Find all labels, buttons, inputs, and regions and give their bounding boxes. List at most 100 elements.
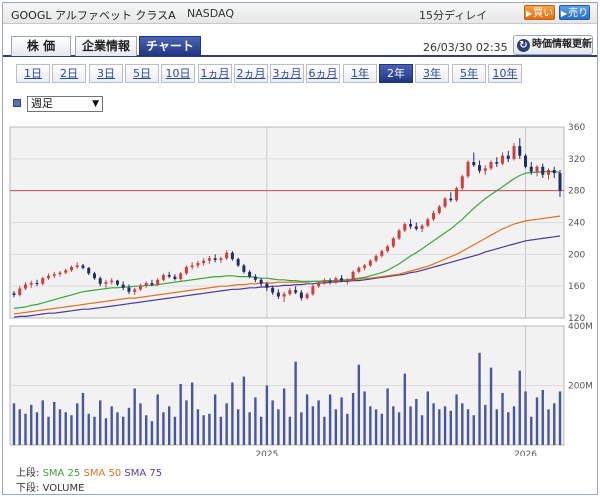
candle-body [46,275,50,279]
period-button-10[interactable]: 2年 [379,64,413,83]
volume-bar [156,394,159,445]
volume-bar [334,409,338,445]
tab-stock-price[interactable]: 株 価 [11,36,71,56]
candle-body [489,162,493,169]
volume-bar [323,416,326,445]
volume-bar [12,403,16,445]
volume-bar [461,403,464,445]
sell-button[interactable]: ▶売り [559,5,590,20]
candle-body [75,265,79,268]
period-button-12[interactable]: 5年 [452,64,486,83]
volume-bar [24,413,27,445]
candle-body [276,292,280,297]
candle-body [391,238,395,247]
period-button-8[interactable]: 6ヵ月 [306,64,340,83]
candle-body [518,146,522,156]
volume-bar [196,409,200,445]
volume-bar [64,412,67,445]
volume-bar [317,400,320,445]
candle-body [213,258,217,260]
candle-body [495,162,499,164]
candle-body [35,282,39,284]
candle-body [506,155,510,159]
candle-body [282,294,286,297]
volume-bar [202,415,205,445]
volume-bar [47,416,50,445]
candle-body [150,282,154,285]
volume-bar [167,406,171,445]
volume-bar [369,406,372,445]
candle-body [334,278,338,283]
volume-bar [478,352,481,445]
volume-bar [530,416,533,445]
market-label: NASDAQ [187,7,235,20]
candle-body [328,281,332,283]
tab-bar: 株 価 企業情報 チャート 26/03/30 02:35 ↻ 時価情報更新 [3,25,597,57]
chevron-down-icon: ▼ [92,99,99,109]
timestamp: 26/03/30 02:35 [423,41,508,54]
candle-body [64,270,68,273]
volume-bar [415,398,418,445]
candle-body [299,292,303,299]
candle-body [524,155,528,167]
volume-bar [294,361,297,445]
candle-body [397,230,401,239]
volume-bar [374,409,378,445]
volume-bar [81,392,85,445]
volume-bar [277,409,280,445]
period-button-6[interactable]: 2ヵ月 [234,64,268,83]
stock-title: GOOGL アルファベット クラスA [11,9,176,22]
candle-body [29,282,33,285]
period-button-0[interactable]: 1日 [16,64,50,83]
price-tick-label: 360 [568,123,585,133]
volume-bar [213,394,217,445]
period-button-2[interactable]: 3日 [89,64,123,83]
volume-bar [403,373,407,445]
volume-bar [190,382,194,445]
volume-bar [472,415,475,445]
tab-company-info[interactable]: 企業情報 [75,36,137,56]
candle-body [179,273,183,280]
volume-bar [144,415,148,445]
candle-body [340,278,344,281]
candle-body [552,169,556,174]
legend-sma50: SMA 50 [83,468,122,479]
candle-body [455,188,459,201]
candle-body [345,279,349,281]
candle-body [41,278,45,284]
candle-body [265,283,269,288]
legend-sma25: SMA 25 [42,468,81,479]
volume-bar [162,412,165,445]
price-tick-label: 320 [568,155,585,165]
period-button-4[interactable]: 10日 [161,64,195,83]
candle-body [110,280,114,283]
tab-chart[interactable]: チャート [139,36,201,56]
period-button-13[interactable]: 10年 [488,64,522,83]
candle-body [322,281,326,283]
volume-tick-label: 400M [568,322,593,332]
candle-body [248,271,252,277]
volume-bar [328,394,332,445]
volume-bar [455,394,458,445]
period-button-11[interactable]: 3年 [415,64,449,83]
candle-body [58,272,62,275]
candle-body [311,286,315,295]
volume-bar [438,409,441,445]
volume-bar [409,406,412,445]
period-button-3[interactable]: 5日 [125,64,159,83]
volume-bar [495,409,498,445]
interval-select[interactable]: 週足 ▼ [27,96,103,112]
period-button-7[interactable]: 3ヵ月 [270,64,304,83]
period-button-5[interactable]: 1ヵ月 [198,64,232,83]
period-button-1[interactable]: 2日 [52,64,86,83]
volume-bar [87,413,90,445]
period-button-9[interactable]: 1年 [343,64,377,83]
candle-body [426,219,430,226]
buy-button[interactable]: ▶買い [524,5,555,20]
x-tick-label: 2025 [255,450,278,456]
candle-body [443,198,447,207]
volume-bar [58,409,62,445]
volume-bar [70,415,73,445]
update-quotes-button[interactable]: ↻ 時価情報更新 [513,35,593,55]
arrow-right-icon: ▶ [560,9,568,18]
